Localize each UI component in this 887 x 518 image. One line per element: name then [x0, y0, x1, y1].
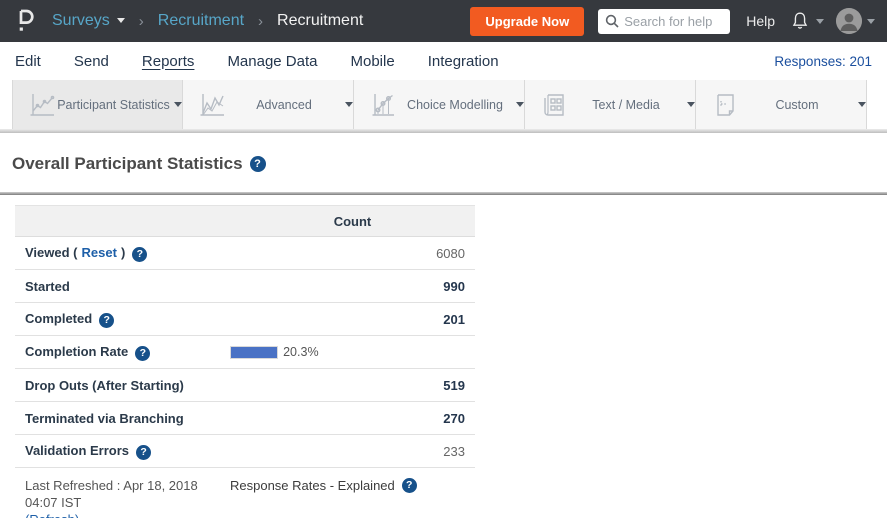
row-value: 519: [230, 378, 475, 393]
chevron-down-icon: [345, 102, 353, 107]
surveys-label: Surveys: [52, 12, 110, 29]
row-viewed: Viewed ( Reset) 6080: [15, 237, 475, 270]
count-column-header: Count: [230, 214, 475, 229]
help-icon[interactable]: [402, 478, 417, 493]
tab-text-media[interactable]: Text / Media: [525, 80, 696, 129]
nav-item-manage-data[interactable]: Manage Data: [227, 53, 317, 70]
line-chart-icon: [27, 90, 57, 120]
row-completion-rate: Completion Rate 20.3%: [15, 336, 475, 369]
breadcrumb: Surveys › Recruitment › Recruitment: [52, 12, 363, 30]
report-content: Overall Participant Statistics Count Vie…: [0, 133, 887, 518]
user-avatar[interactable]: [836, 8, 862, 34]
participant-statistics-table: Count Viewed ( Reset) 6080 Started 990 Co…: [15, 205, 475, 468]
breadcrumb-separator: ›: [139, 13, 144, 30]
newspaper-icon: [539, 90, 569, 120]
chevron-down-icon: [858, 102, 866, 107]
completion-rate-bar-fill: [230, 346, 278, 359]
row-label: Started: [15, 279, 230, 294]
row-value: 233: [230, 444, 475, 459]
section-divider: [0, 192, 887, 195]
report-tab-strip: Participant Statistics Advanced Choice M…: [0, 80, 887, 129]
table-header-row: Count: [15, 205, 475, 237]
help-icon[interactable]: [99, 313, 114, 328]
completion-rate-percent: 20.3%: [283, 345, 318, 359]
row-label: Completion Rate: [25, 344, 128, 359]
refresh-link[interactable]: (Refresh): [25, 512, 79, 518]
search-icon: [605, 14, 620, 29]
nav-item-send[interactable]: Send: [74, 53, 109, 70]
help-icon[interactable]: [132, 247, 147, 262]
tab-label: Participant Statistics: [57, 98, 170, 112]
nav-item-reports[interactable]: Reports: [142, 53, 195, 70]
questionpro-logo-icon[interactable]: [12, 6, 38, 36]
chevron-down-icon[interactable]: [867, 19, 875, 24]
last-refreshed-text: Last Refreshed : Apr 18, 2018 04:07 IST: [25, 478, 198, 510]
multi-line-chart-icon: [197, 90, 227, 120]
tab-label: Text / Media: [569, 98, 683, 112]
row-label: Viewed (: [25, 245, 78, 260]
row-label-suffix: ): [121, 245, 125, 260]
note-page-icon: [710, 90, 740, 120]
response-rates-explained-text: Response Rates - Explained: [230, 478, 395, 493]
nav-item-edit[interactable]: Edit: [15, 53, 41, 70]
breadcrumb-current-page: Recruitment: [277, 12, 363, 30]
responses-count: Responses: 201: [774, 54, 872, 69]
row-label: Validation Errors: [25, 443, 129, 458]
title-help-icon[interactable]: [250, 156, 266, 172]
tab-label: Advanced: [227, 98, 341, 112]
row-label: Drop Outs (After Starting): [15, 378, 230, 393]
tab-custom[interactable]: Custom: [696, 80, 867, 129]
tab-label: Choice Modelling: [398, 98, 512, 112]
row-label: Terminated via Branching: [15, 411, 230, 426]
help-icon[interactable]: [136, 445, 151, 460]
surveys-dropdown[interactable]: Surveys: [52, 12, 125, 30]
row-value: 990: [230, 279, 475, 294]
row-drop-outs: Drop Outs (After Starting) 519: [15, 369, 475, 402]
tab-participant-statistics[interactable]: Participant Statistics: [12, 80, 183, 129]
breadcrumb-separator: ›: [258, 13, 263, 30]
help-link[interactable]: Help: [746, 13, 775, 29]
row-terminated: Terminated via Branching 270: [15, 402, 475, 435]
top-bar: Surveys › Recruitment › Recruitment Upgr…: [0, 0, 887, 42]
upgrade-now-button[interactable]: Upgrade Now: [470, 7, 584, 36]
chevron-down-icon: [687, 102, 695, 107]
survey-nav: Edit Send Reports Manage Data Mobile Int…: [0, 42, 887, 80]
table-footer: Last Refreshed : Apr 18, 2018 04:07 IST …: [15, 477, 887, 518]
chevron-down-icon: [117, 18, 125, 23]
chevron-down-icon[interactable]: [816, 19, 824, 24]
row-completed: Completed 201: [15, 303, 475, 336]
page-title: Overall Participant Statistics: [12, 154, 243, 174]
nav-item-mobile[interactable]: Mobile: [351, 53, 395, 70]
tab-advanced[interactable]: Advanced: [183, 80, 354, 129]
chevron-down-icon: [516, 102, 524, 107]
chevron-down-icon: [174, 102, 182, 107]
row-value: 201: [230, 312, 475, 327]
row-label: Completed: [25, 311, 92, 326]
nav-item-integration[interactable]: Integration: [428, 53, 499, 70]
row-value: 270: [230, 411, 475, 426]
completion-rate-bar: 20.3%: [230, 345, 467, 359]
tab-choice-modelling[interactable]: Choice Modelling: [354, 80, 525, 129]
row-validation-errors: Validation Errors 233: [15, 435, 475, 468]
help-icon[interactable]: [135, 346, 150, 361]
reset-link[interactable]: Reset: [82, 245, 117, 260]
row-value: 6080: [230, 246, 475, 261]
row-started: Started 990: [15, 270, 475, 303]
breadcrumb-survey-link[interactable]: Recruitment: [158, 12, 244, 30]
notifications-bell-icon[interactable]: [789, 9, 811, 33]
tab-label: Custom: [740, 98, 854, 112]
scatter-chart-icon: [368, 90, 398, 120]
